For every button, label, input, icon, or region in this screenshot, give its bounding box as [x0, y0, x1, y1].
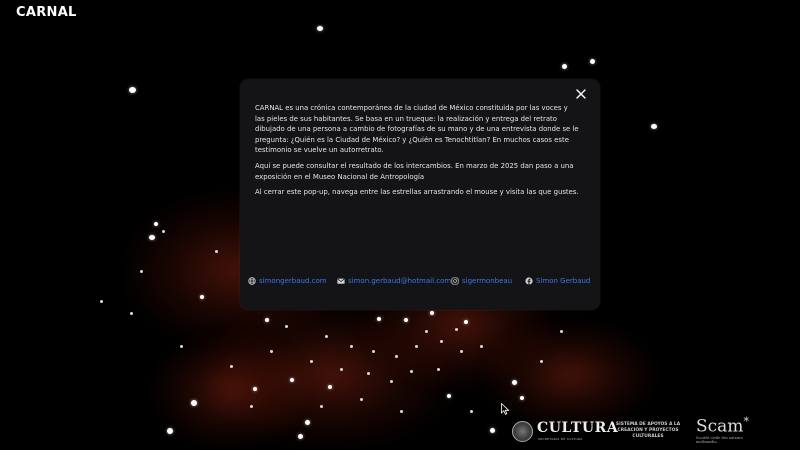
scam-logo: Scam*	[696, 415, 749, 437]
star[interactable]	[464, 320, 468, 324]
star[interactable]	[180, 345, 183, 348]
star[interactable]	[270, 350, 273, 353]
star[interactable]	[191, 400, 197, 406]
star[interactable]	[253, 387, 257, 391]
star[interactable]	[215, 250, 218, 253]
star[interactable]	[480, 345, 483, 348]
close-button[interactable]	[574, 87, 588, 101]
close-icon	[574, 87, 588, 101]
star[interactable]	[651, 124, 657, 129]
star[interactable]	[377, 317, 381, 321]
star[interactable]	[520, 396, 524, 400]
star[interactable]	[372, 350, 375, 353]
star[interactable]	[100, 300, 103, 303]
star[interactable]	[540, 360, 543, 363]
star[interactable]	[395, 355, 398, 358]
star[interactable]	[360, 398, 363, 401]
email-link[interactable]: simon.gerbaud@hotmail.com	[337, 277, 451, 285]
star[interactable]	[390, 380, 393, 383]
mail-icon	[337, 277, 345, 285]
star[interactable]	[367, 372, 370, 375]
star[interactable]	[140, 270, 143, 273]
star[interactable]	[285, 325, 288, 328]
star[interactable]	[490, 428, 495, 433]
globe-icon	[248, 277, 256, 285]
instagram-icon	[451, 277, 459, 285]
cultura-logo-subtitle: SECRETARÍA DE CULTURA	[538, 437, 583, 441]
email-link-label: simon.gerbaud@hotmail.com	[348, 277, 452, 285]
star[interactable]	[460, 350, 463, 353]
sponsor-logos: CULTURA SECRETARÍA DE CULTURA SISTEMA DE…	[510, 415, 800, 447]
star[interactable]	[162, 230, 165, 233]
star[interactable]	[200, 295, 204, 299]
intro-popup: CARNAL es una crónica contemporánea de l…	[240, 79, 600, 310]
star[interactable]	[328, 385, 332, 389]
star[interactable]	[404, 318, 408, 322]
government-seal-icon	[512, 421, 533, 442]
star[interactable]	[562, 64, 567, 69]
scam-logo-star: *	[743, 415, 749, 428]
scam-logo-name: Scam	[696, 416, 744, 437]
star[interactable]	[154, 222, 158, 226]
star[interactable]	[298, 434, 303, 439]
instructions-paragraph: Al cerrar este pop-up, navega entre las …	[255, 188, 579, 197]
star[interactable]	[590, 59, 595, 64]
star[interactable]	[265, 318, 269, 322]
star[interactable]	[437, 368, 440, 371]
facebook-icon	[525, 277, 533, 285]
star[interactable]	[400, 410, 403, 413]
star[interactable]	[167, 428, 173, 434]
website-link-label: simongerbaud.com	[259, 277, 327, 285]
star[interactable]	[305, 420, 310, 425]
instagram-link[interactable]: sigermonbeau	[451, 277, 512, 285]
star[interactable]	[440, 340, 443, 343]
star[interactable]	[317, 26, 323, 31]
star[interactable]	[512, 380, 517, 385]
facebook-link[interactable]: Simon Gerbaud	[525, 277, 590, 285]
instagram-link-label: sigermonbeau	[462, 277, 513, 285]
star[interactable]	[149, 235, 155, 240]
star[interactable]	[250, 405, 253, 408]
star[interactable]	[415, 345, 418, 348]
star[interactable]	[320, 405, 323, 408]
star[interactable]	[310, 360, 313, 363]
star[interactable]	[129, 87, 136, 93]
star[interactable]	[560, 330, 563, 333]
cursor-icon	[501, 400, 510, 415]
star[interactable]	[350, 345, 353, 348]
cultura-logo: CULTURA	[537, 420, 619, 436]
star[interactable]	[447, 394, 451, 398]
popup-body: CARNAL es una crónica contemporánea de l…	[255, 103, 579, 203]
star[interactable]	[130, 312, 133, 315]
star[interactable]	[470, 410, 473, 413]
sistema-apoyos-logo: SISTEMA DE APOYOS A LA CREACIÓN Y PROYEC…	[615, 422, 681, 439]
star[interactable]	[325, 335, 328, 338]
star[interactable]	[340, 368, 343, 371]
star[interactable]	[290, 378, 294, 382]
star[interactable]	[430, 311, 434, 315]
star[interactable]	[425, 330, 428, 333]
star[interactable]	[455, 328, 458, 331]
star[interactable]	[230, 365, 233, 368]
star[interactable]	[410, 370, 413, 373]
contact-links: simongerbaud.com simon.gerbaud@hotmail.c…	[248, 277, 594, 287]
scam-logo-subtitle: Société civile des auteurs multimedia	[696, 436, 743, 445]
facebook-link-label: Simon Gerbaud	[536, 277, 591, 285]
website-link[interactable]: simongerbaud.com	[248, 277, 327, 285]
site-title[interactable]: CARNAL	[16, 5, 77, 20]
exhibition-paragraph: Aquí se puede consultar el resultado de …	[255, 161, 574, 181]
intro-paragraph: CARNAL es una crónica contemporánea de l…	[255, 104, 579, 155]
